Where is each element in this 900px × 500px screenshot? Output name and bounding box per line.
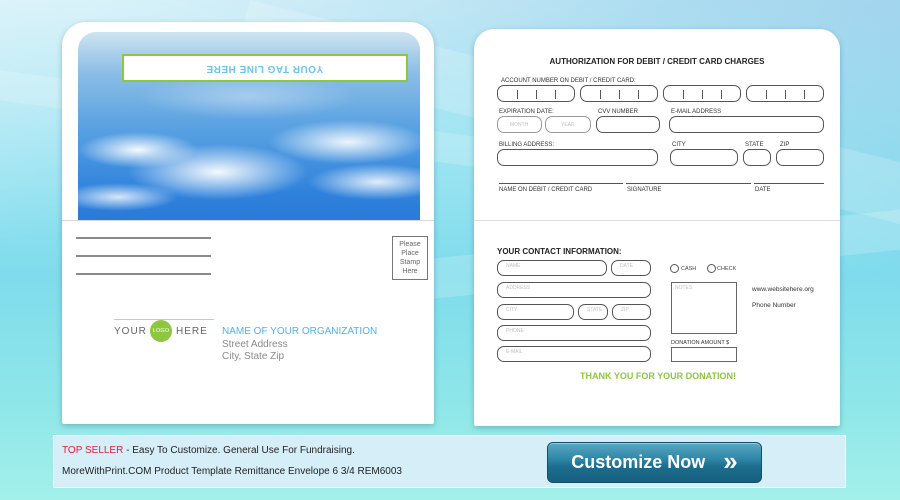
contact-phone-field[interactable]: PHONE — [497, 325, 651, 341]
organization-city: City, State Zip — [222, 351, 285, 362]
product-description: TOP SELLER - Easy To Customize. General … — [62, 445, 355, 456]
fold-line — [474, 220, 840, 221]
state-field[interactable] — [743, 149, 771, 166]
cvv-label: CVV NUMBER — [598, 109, 639, 115]
return-address-line — [76, 237, 211, 239]
account-number-field-1[interactable] — [497, 85, 575, 102]
email-label: E-MAIL ADDRESS — [671, 109, 722, 115]
month-field[interactable]: MONTH — [497, 116, 542, 133]
form-title: AUTHORIZATION FOR DEBIT / CREDIT CARD CH… — [549, 57, 765, 66]
zip-label: ZIP — [780, 142, 790, 148]
name-on-card-line[interactable] — [499, 183, 623, 184]
organization-name: NAME OF YOUR ORGANIZATION — [222, 326, 378, 337]
notes-field[interactable]: NOTES — [671, 282, 737, 334]
logo: YOUR LOGO HERE — [114, 317, 214, 347]
check-radio[interactable] — [707, 264, 716, 273]
contact-email-field[interactable]: E-MAIL — [497, 346, 651, 362]
phone-text: Phone Number — [752, 302, 796, 309]
date-line[interactable] — [754, 183, 824, 184]
billing-address-field[interactable] — [497, 149, 658, 166]
cvv-field[interactable] — [596, 116, 660, 133]
stamp-box: Please Place Stamp Here — [392, 236, 428, 280]
address-placeholder: ADDRESS — [506, 285, 531, 291]
donation-amount-field[interactable] — [671, 347, 737, 362]
contact-name-field[interactable]: NAME — [497, 260, 607, 276]
product-tagline: - Easy To Customize. General Use For Fun… — [123, 445, 355, 456]
contact-zip-field[interactable]: ZIP — [612, 304, 651, 320]
city-field[interactable] — [670, 149, 738, 166]
billing-address-label: BILLING ADDRESS: — [499, 142, 555, 148]
logo-text-right: HERE — [176, 326, 208, 337]
double-chevron-right-icon: » — [723, 446, 738, 476]
contact-title: YOUR CONTACT INFORMATION: — [497, 247, 622, 256]
expiration-label: EXPIRATION DATE: — [499, 109, 554, 115]
stamp-text: Stamp — [399, 259, 421, 266]
contact-date-field[interactable]: DATE — [611, 260, 651, 276]
account-number-field-2[interactable] — [580, 85, 658, 102]
year-placeholder: YEAR — [561, 122, 575, 128]
check-label: CHECK — [717, 266, 737, 272]
date-placeholder: DATE — [620, 263, 633, 269]
product-info-bar: TOP SELLER - Easy To Customize. General … — [53, 435, 846, 488]
customize-now-label: Customize Now — [571, 452, 706, 472]
name-placeholder: NAME — [506, 263, 521, 269]
email-placeholder: E-MAIL — [506, 349, 523, 355]
cash-radio[interactable] — [670, 264, 679, 273]
tagline-box: YOUR TAG LINE HERE — [122, 54, 408, 82]
contact-city-field[interactable]: CITY — [497, 304, 574, 320]
city-placeholder: CITY — [506, 307, 518, 313]
zip-placeholder: ZIP — [621, 307, 629, 313]
logo-text-left: YOUR — [114, 326, 147, 337]
year-field[interactable]: YEAR — [545, 116, 591, 133]
logo-text-center: LOGO — [152, 328, 170, 334]
stamp-text: Please — [399, 241, 421, 248]
organization-street: Street Address — [222, 339, 288, 350]
envelope-front: YOUR TAG LINE HERE Please Place Stamp He… — [62, 22, 434, 424]
return-address-line — [76, 255, 211, 257]
state-label: STATE — [745, 142, 764, 148]
return-address-line — [76, 273, 211, 275]
state-placeholder: STATE — [587, 307, 603, 313]
product-title: MoreWithPrint.COM Product Template Remit… — [62, 466, 402, 477]
donation-amount-label: DONATION AMOUNT $ — [671, 340, 730, 346]
account-number-label: ACCOUNT NUMBER ON DEBIT / CREDIT CARD: — [501, 78, 636, 84]
account-number-field-4[interactable] — [746, 85, 824, 102]
signature-label: SIGNATURE — [627, 187, 662, 193]
zip-field[interactable] — [776, 149, 824, 166]
website-text: www.websitehere.org — [752, 286, 814, 293]
phone-placeholder: PHONE — [506, 328, 524, 334]
city-label: CITY — [672, 142, 686, 148]
envelope-back-form: AUTHORIZATION FOR DEBIT / CREDIT CARD CH… — [474, 29, 840, 426]
notes-placeholder: NOTES — [675, 285, 693, 291]
name-on-card-label: NAME ON DEBIT / CREDIT CARD — [499, 187, 593, 193]
signature-line[interactable] — [626, 183, 751, 184]
flap-sky-image: YOUR TAG LINE HERE — [78, 32, 420, 220]
email-field[interactable] — [669, 116, 824, 133]
thank-you-text: THANK YOU FOR YOUR DONATION! — [580, 371, 737, 381]
account-number-field-3[interactable] — [663, 85, 741, 102]
customize-now-button[interactable]: Customize Now » — [547, 442, 762, 483]
contact-address-field[interactable]: ADDRESS — [497, 282, 651, 298]
month-placeholder: MONTH — [510, 122, 529, 128]
stamp-text: Place — [401, 250, 419, 257]
tagline-text: YOUR TAG LINE HERE — [206, 62, 324, 74]
top-seller-badge: TOP SELLER — [62, 445, 124, 456]
fold-line — [62, 220, 434, 221]
cash-label: CASH — [681, 266, 697, 272]
logo-circle-icon: LOGO — [150, 320, 172, 342]
stamp-text: Here — [402, 268, 418, 275]
contact-state-field[interactable]: STATE — [578, 304, 608, 320]
date-label: DATE — [755, 187, 771, 193]
